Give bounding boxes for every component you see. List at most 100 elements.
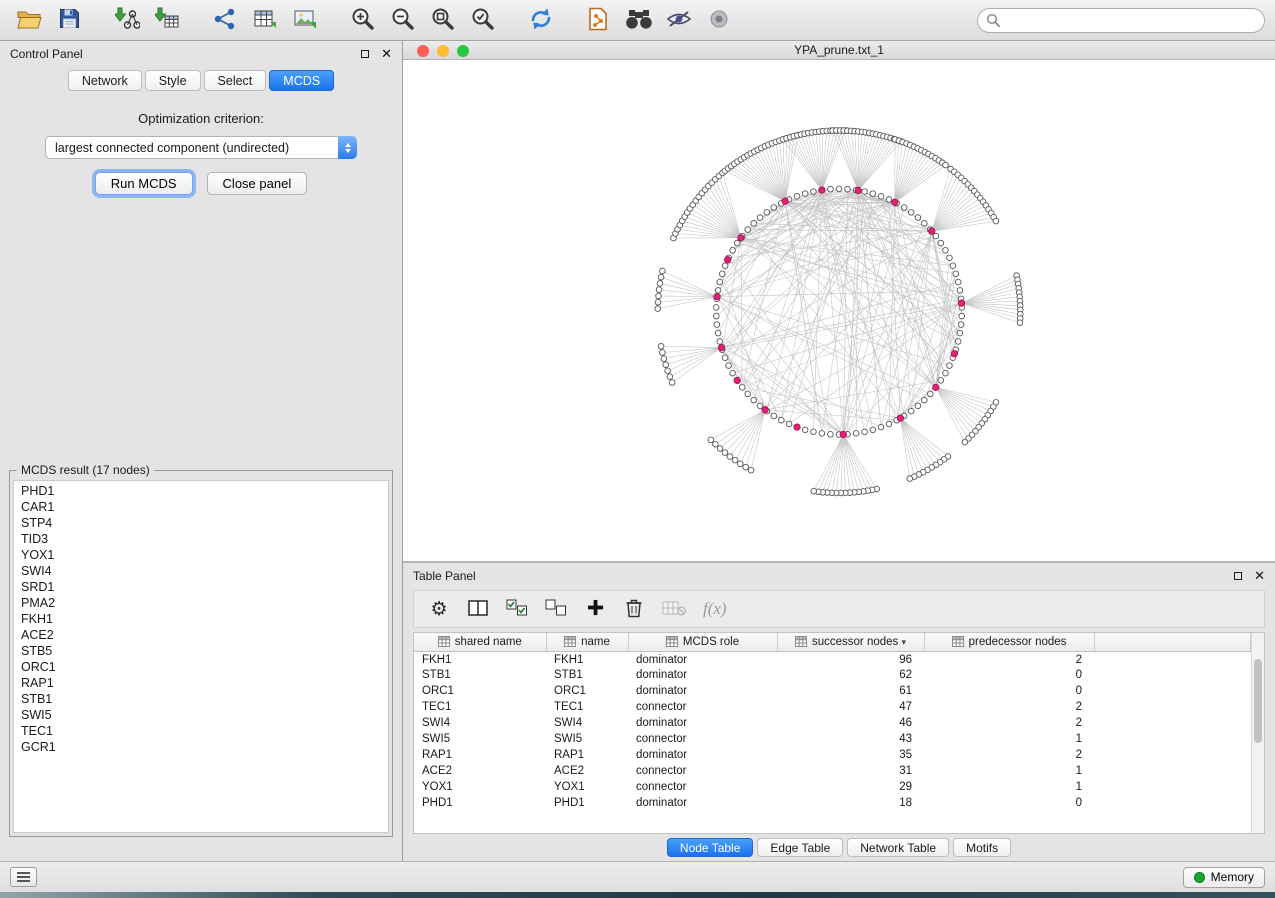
table-cell[interactable]: connector — [628, 779, 777, 795]
column-header-shared-name[interactable]: shared name — [414, 633, 546, 651]
tab-network[interactable]: Network — [68, 70, 142, 91]
table-cell[interactable]: 18 — [777, 795, 924, 811]
minimize-window-icon[interactable] — [437, 45, 449, 57]
close-window-icon[interactable] — [417, 45, 429, 57]
deselect-all-button[interactable] — [545, 599, 567, 620]
table-cell[interactable]: dominator — [628, 667, 777, 683]
select-all-button[interactable] — [506, 599, 528, 620]
mcds-result-item[interactable]: TID3 — [14, 531, 388, 547]
tab-motifs[interactable]: Motifs — [953, 838, 1011, 857]
table-cell[interactable]: YOX1 — [414, 779, 546, 795]
table-cell[interactable]: FKH1 — [546, 651, 628, 667]
table-cell[interactable] — [1094, 795, 1251, 811]
table-cell[interactable]: 61 — [777, 683, 924, 699]
table-cell[interactable]: 43 — [777, 731, 924, 747]
maximize-window-icon[interactable] — [457, 45, 469, 57]
add-column-button[interactable] — [584, 599, 606, 619]
table-cell[interactable]: 0 — [924, 667, 1094, 683]
column-header-predecessor-nodes[interactable]: predecessor nodes — [924, 633, 1094, 651]
table-cell[interactable]: dominator — [628, 651, 777, 667]
column-header-successor-nodes[interactable]: successor nodes ▾ — [777, 633, 924, 651]
table-cell[interactable] — [1094, 699, 1251, 715]
table-cell[interactable]: 1 — [924, 731, 1094, 747]
split-view-button[interactable] — [467, 600, 489, 619]
mcds-result-item[interactable]: ACE2 — [14, 627, 388, 643]
table-cell[interactable]: 29 — [777, 779, 924, 795]
import-table-button[interactable] — [148, 3, 186, 37]
tab-select[interactable]: Select — [204, 70, 267, 91]
table-scrollbar-thumb[interactable] — [1254, 659, 1262, 743]
node-table-row[interactable]: FKH1FKH1dominator962 — [414, 651, 1251, 667]
table-cell[interactable]: 47 — [777, 699, 924, 715]
table-cell[interactable]: SWI4 — [546, 715, 628, 731]
node-table-row[interactable]: SWI5SWI5connector431 — [414, 731, 1251, 747]
import-network-button[interactable] — [108, 3, 146, 37]
mcds-result-item[interactable]: CAR1 — [14, 499, 388, 515]
table-scrollbar[interactable] — [1251, 633, 1264, 833]
tab-network-table[interactable]: Network Table — [847, 838, 949, 857]
node-table-row[interactable]: RAP1RAP1dominator352 — [414, 747, 1251, 763]
table-cell[interactable]: connector — [628, 763, 777, 779]
table-cell[interactable]: SWI4 — [414, 715, 546, 731]
table-cell[interactable]: dominator — [628, 683, 777, 699]
refresh-button[interactable] — [522, 3, 560, 37]
zoom-out-button[interactable] — [384, 3, 422, 37]
table-cell[interactable]: 0 — [924, 683, 1094, 699]
show-details-button[interactable] — [700, 3, 738, 37]
float-panel-icon[interactable] — [361, 50, 369, 58]
table-cell[interactable]: 46 — [777, 715, 924, 731]
mcds-result-item[interactable]: YOX1 — [14, 547, 388, 563]
node-table-row[interactable]: STB1STB1dominator620 — [414, 667, 1251, 683]
table-cell[interactable] — [1094, 731, 1251, 747]
mcds-result-item[interactable]: STB5 — [14, 643, 388, 659]
apply-style-button[interactable] — [580, 3, 618, 37]
table-cell[interactable]: 31 — [777, 763, 924, 779]
node-table-row[interactable]: ORC1ORC1dominator610 — [414, 683, 1251, 699]
mcds-result-item[interactable]: FKH1 — [14, 611, 388, 627]
zoom-fit-button[interactable] — [424, 3, 462, 37]
table-cell[interactable]: TEC1 — [414, 699, 546, 715]
task-history-button[interactable] — [10, 867, 37, 887]
mcds-result-item[interactable]: ORC1 — [14, 659, 388, 675]
table-cell[interactable]: 1 — [924, 779, 1094, 795]
node-table-row[interactable]: YOX1YOX1connector291 — [414, 779, 1251, 795]
table-cell[interactable]: ORC1 — [546, 683, 628, 699]
network-graph[interactable] — [403, 60, 1275, 561]
table-cell[interactable]: ACE2 — [546, 763, 628, 779]
mcds-result-item[interactable]: SWI4 — [14, 563, 388, 579]
mcds-result-item[interactable]: RAP1 — [14, 675, 388, 691]
memory-button[interactable]: Memory — [1183, 867, 1265, 888]
node-table-row[interactable]: PHD1PHD1dominator180 — [414, 795, 1251, 811]
table-cell[interactable]: 96 — [777, 651, 924, 667]
mcds-result-item[interactable]: STB1 — [14, 691, 388, 707]
node-table-row[interactable]: TEC1TEC1connector472 — [414, 699, 1251, 715]
tab-style[interactable]: Style — [145, 70, 201, 91]
table-cell[interactable] — [1094, 763, 1251, 779]
close-table-panel-icon[interactable]: ✕ — [1254, 569, 1265, 582]
close-panel-button[interactable]: Close panel — [207, 172, 308, 195]
new-network-button[interactable] — [206, 3, 244, 37]
table-settings-button[interactable]: ⚙ — [428, 600, 450, 619]
table-cell[interactable]: 62 — [777, 667, 924, 683]
hide-details-button[interactable] — [660, 3, 698, 37]
table-cell[interactable]: 2 — [924, 699, 1094, 715]
new-table-button[interactable] — [246, 3, 284, 37]
table-cell[interactable]: 2 — [924, 747, 1094, 763]
table-cell[interactable]: 0 — [924, 795, 1094, 811]
dropdown-stepper-icon[interactable] — [338, 136, 357, 159]
zoom-selected-button[interactable] — [464, 3, 502, 37]
table-cell[interactable]: 1 — [924, 763, 1094, 779]
mcds-result-item[interactable]: SWI5 — [14, 707, 388, 723]
table-cell[interactable]: STB1 — [546, 667, 628, 683]
table-cell[interactable] — [1094, 747, 1251, 763]
table-cell[interactable]: PHD1 — [414, 795, 546, 811]
column-header-name[interactable]: name — [546, 633, 628, 651]
table-cell[interactable]: dominator — [628, 747, 777, 763]
tab-node-table[interactable]: Node Table — [667, 838, 754, 857]
table-cell[interactable] — [1094, 667, 1251, 683]
run-mcds-button[interactable]: Run MCDS — [95, 172, 193, 195]
open-file-button[interactable] — [10, 3, 48, 37]
mcds-result-item[interactable]: GCR1 — [14, 739, 388, 755]
table-cell[interactable]: SWI5 — [546, 731, 628, 747]
close-panel-icon[interactable]: ✕ — [381, 47, 392, 60]
